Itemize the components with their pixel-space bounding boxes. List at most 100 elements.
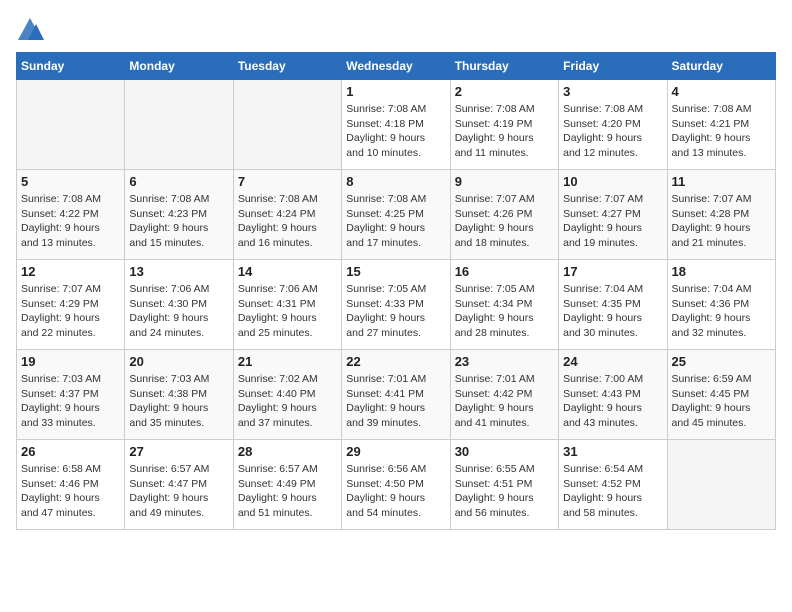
- logo: [16, 16, 48, 44]
- day-info: Sunrise: 7:00 AM Sunset: 4:43 PM Dayligh…: [563, 372, 662, 431]
- day-number: 29: [346, 444, 445, 459]
- week-row-3: 12 Sunrise: 7:07 AM Sunset: 4:29 PM Dayli…: [17, 260, 776, 350]
- day-number: 20: [129, 354, 228, 369]
- day-info: Sunrise: 6:54 AM Sunset: 4:52 PM Dayligh…: [563, 462, 662, 521]
- day-number: 2: [455, 84, 554, 99]
- day-info: Sunrise: 7:07 AM Sunset: 4:26 PM Dayligh…: [455, 192, 554, 251]
- calendar-cell: 20 Sunrise: 7:03 AM Sunset: 4:38 PM Dayli…: [125, 350, 233, 440]
- calendar-cell: 6 Sunrise: 7:08 AM Sunset: 4:23 PM Daylig…: [125, 170, 233, 260]
- week-row-4: 19 Sunrise: 7:03 AM Sunset: 4:37 PM Dayli…: [17, 350, 776, 440]
- day-number: 17: [563, 264, 662, 279]
- calendar-cell: 31 Sunrise: 6:54 AM Sunset: 4:52 PM Dayli…: [559, 440, 667, 530]
- day-number: 11: [672, 174, 771, 189]
- calendar-cell: 27Sunrise: 6:57 AM Sunset: 4:47 PM Dayli…: [125, 440, 233, 530]
- day-info: Sunrise: 7:08 AM Sunset: 4:19 PM Dayligh…: [455, 102, 554, 161]
- day-number: 10: [563, 174, 662, 189]
- calendar-cell: 4Sunrise: 7:08 AM Sunset: 4:21 PM Daylig…: [667, 80, 775, 170]
- day-header-monday: Monday: [125, 53, 233, 80]
- calendar-cell: [17, 80, 125, 170]
- calendar-cell: 16 Sunrise: 7:05 AM Sunset: 4:34 PM Dayli…: [450, 260, 558, 350]
- day-info: Sunrise: 6:58 AM Sunset: 4:46 PM Dayligh…: [21, 462, 120, 521]
- day-info: Sunrise: 7:02 AM Sunset: 4:40 PM Dayligh…: [238, 372, 337, 431]
- day-info: Sunrise: 6:57 AM Sunset: 4:49 PM Dayligh…: [238, 462, 337, 521]
- day-number: 8: [346, 174, 445, 189]
- day-number: 25: [672, 354, 771, 369]
- day-number: 22: [346, 354, 445, 369]
- calendar-cell: 24 Sunrise: 7:00 AM Sunset: 4:43 PM Dayli…: [559, 350, 667, 440]
- day-info: Sunrise: 7:03 AM Sunset: 4:37 PM Dayligh…: [21, 372, 120, 431]
- calendar-cell: 11 Sunrise: 7:07 AM Sunset: 4:28 PM Dayli…: [667, 170, 775, 260]
- day-header-friday: Friday: [559, 53, 667, 80]
- day-header-wednesday: Wednesday: [342, 53, 450, 80]
- calendar-cell: 1Sunrise: 7:08 AM Sunset: 4:18 PM Daylig…: [342, 80, 450, 170]
- day-number: 28: [238, 444, 337, 459]
- day-number: 16: [455, 264, 554, 279]
- calendar-cell: 30 Sunrise: 6:55 AM Sunset: 4:51 PM Dayli…: [450, 440, 558, 530]
- calendar-cell: 5 Sunrise: 7:08 AM Sunset: 4:22 PM Daylig…: [17, 170, 125, 260]
- day-number: 14: [238, 264, 337, 279]
- day-info: Sunrise: 7:08 AM Sunset: 4:23 PM Dayligh…: [129, 192, 228, 251]
- calendar-cell: 7 Sunrise: 7:08 AM Sunset: 4:24 PM Daylig…: [233, 170, 341, 260]
- calendar-cell: 29 Sunrise: 6:56 AM Sunset: 4:50 PM Dayli…: [342, 440, 450, 530]
- day-info: Sunrise: 7:08 AM Sunset: 4:24 PM Dayligh…: [238, 192, 337, 251]
- day-info: Sunrise: 7:08 AM Sunset: 4:21 PM Dayligh…: [672, 102, 771, 161]
- week-row-5: 26 Sunrise: 6:58 AM Sunset: 4:46 PM Dayli…: [17, 440, 776, 530]
- day-info: Sunrise: 7:07 AM Sunset: 4:29 PM Dayligh…: [21, 282, 120, 341]
- calendar-cell: [125, 80, 233, 170]
- day-number: 26: [21, 444, 120, 459]
- day-info: Sunrise: 7:01 AM Sunset: 4:41 PM Dayligh…: [346, 372, 445, 431]
- day-number: 6: [129, 174, 228, 189]
- week-row-2: 5 Sunrise: 7:08 AM Sunset: 4:22 PM Daylig…: [17, 170, 776, 260]
- calendar-cell: 22 Sunrise: 7:01 AM Sunset: 4:41 PM Dayli…: [342, 350, 450, 440]
- day-info: Sunrise: 7:04 AM Sunset: 4:35 PM Dayligh…: [563, 282, 662, 341]
- day-info: Sunrise: 7:08 AM Sunset: 4:20 PM Dayligh…: [563, 102, 662, 161]
- day-number: 12: [21, 264, 120, 279]
- header: [16, 16, 776, 44]
- day-header-saturday: Saturday: [667, 53, 775, 80]
- calendar: SundayMondayTuesdayWednesdayThursdayFrid…: [16, 52, 776, 530]
- day-info: Sunrise: 7:08 AM Sunset: 4:22 PM Dayligh…: [21, 192, 120, 251]
- calendar-cell: 2 Sunrise: 7:08 AM Sunset: 4:19 PM Daylig…: [450, 80, 558, 170]
- day-info: Sunrise: 6:56 AM Sunset: 4:50 PM Dayligh…: [346, 462, 445, 521]
- calendar-cell: 9 Sunrise: 7:07 AM Sunset: 4:26 PM Daylig…: [450, 170, 558, 260]
- day-header-sunday: Sunday: [17, 53, 125, 80]
- calendar-cell: 26 Sunrise: 6:58 AM Sunset: 4:46 PM Dayli…: [17, 440, 125, 530]
- day-number: 31: [563, 444, 662, 459]
- calendar-cell: 15 Sunrise: 7:05 AM Sunset: 4:33 PM Dayli…: [342, 260, 450, 350]
- day-number: 7: [238, 174, 337, 189]
- day-number: 15: [346, 264, 445, 279]
- day-info: Sunrise: 7:01 AM Sunset: 4:42 PM Dayligh…: [455, 372, 554, 431]
- calendar-cell: 21Sunrise: 7:02 AM Sunset: 4:40 PM Dayli…: [233, 350, 341, 440]
- day-number: 5: [21, 174, 120, 189]
- day-number: 30: [455, 444, 554, 459]
- day-number: 18: [672, 264, 771, 279]
- day-header-thursday: Thursday: [450, 53, 558, 80]
- day-info: Sunrise: 7:07 AM Sunset: 4:28 PM Dayligh…: [672, 192, 771, 251]
- day-info: Sunrise: 7:04 AM Sunset: 4:36 PM Dayligh…: [672, 282, 771, 341]
- day-info: Sunrise: 7:08 AM Sunset: 4:18 PM Dayligh…: [346, 102, 445, 161]
- day-info: Sunrise: 7:06 AM Sunset: 4:30 PM Dayligh…: [129, 282, 228, 341]
- day-info: Sunrise: 7:05 AM Sunset: 4:34 PM Dayligh…: [455, 282, 554, 341]
- day-info: Sunrise: 7:08 AM Sunset: 4:25 PM Dayligh…: [346, 192, 445, 251]
- day-info: Sunrise: 6:55 AM Sunset: 4:51 PM Dayligh…: [455, 462, 554, 521]
- day-number: 19: [21, 354, 120, 369]
- calendar-cell: [233, 80, 341, 170]
- calendar-cell: [667, 440, 775, 530]
- logo-icon: [16, 16, 44, 44]
- day-number: 3: [563, 84, 662, 99]
- calendar-cell: 17 Sunrise: 7:04 AM Sunset: 4:35 PM Dayli…: [559, 260, 667, 350]
- calendar-cell: 18 Sunrise: 7:04 AM Sunset: 4:36 PM Dayli…: [667, 260, 775, 350]
- day-number: 9: [455, 174, 554, 189]
- calendar-cell: 12 Sunrise: 7:07 AM Sunset: 4:29 PM Dayli…: [17, 260, 125, 350]
- week-row-1: 1Sunrise: 7:08 AM Sunset: 4:18 PM Daylig…: [17, 80, 776, 170]
- calendar-header-row: SundayMondayTuesdayWednesdayThursdayFrid…: [17, 53, 776, 80]
- calendar-cell: 19 Sunrise: 7:03 AM Sunset: 4:37 PM Dayli…: [17, 350, 125, 440]
- day-number: 24: [563, 354, 662, 369]
- day-info: Sunrise: 7:03 AM Sunset: 4:38 PM Dayligh…: [129, 372, 228, 431]
- calendar-cell: 25Sunrise: 6:59 AM Sunset: 4:45 PM Dayli…: [667, 350, 775, 440]
- day-number: 27: [129, 444, 228, 459]
- calendar-cell: 13Sunrise: 7:06 AM Sunset: 4:30 PM Dayli…: [125, 260, 233, 350]
- calendar-cell: 14Sunrise: 7:06 AM Sunset: 4:31 PM Dayli…: [233, 260, 341, 350]
- calendar-cell: 3 Sunrise: 7:08 AM Sunset: 4:20 PM Daylig…: [559, 80, 667, 170]
- day-info: Sunrise: 7:05 AM Sunset: 4:33 PM Dayligh…: [346, 282, 445, 341]
